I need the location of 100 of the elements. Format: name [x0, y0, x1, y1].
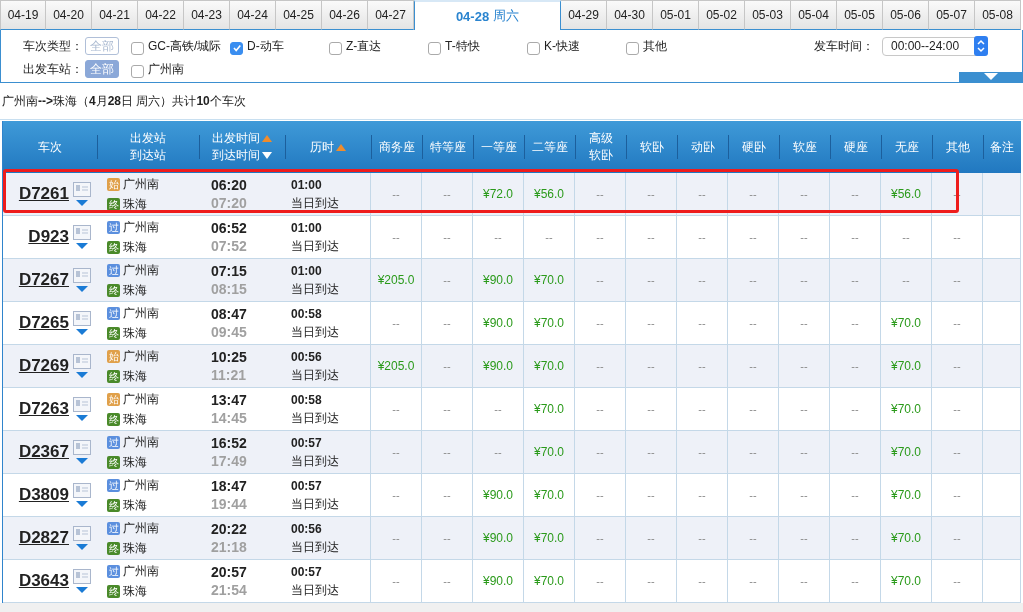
checkbox[interactable] — [131, 64, 144, 78]
sort-down-icon[interactable] — [262, 152, 272, 159]
dropdown-arrow-icon[interactable] — [76, 329, 88, 335]
dropdown-arrow-icon[interactable] — [76, 587, 88, 593]
arrival-time: 19:44 — [211, 495, 248, 513]
id-card-icon[interactable] — [73, 569, 91, 584]
train-number-link[interactable]: D7261 — [18, 184, 69, 204]
date-tab[interactable]: 05-07 — [929, 0, 975, 30]
sort-up-icon[interactable] — [336, 143, 346, 151]
station-name: 珠海 — [123, 281, 147, 299]
dropdown-arrow-icon[interactable] — [76, 372, 88, 378]
checkbox[interactable] — [428, 41, 441, 55]
dropdown-arrow-icon[interactable] — [76, 544, 88, 550]
seat-price: -- — [443, 446, 451, 458]
seat-price: ¥205.0 — [377, 359, 415, 373]
duration: 01:00 — [291, 263, 323, 280]
train-number-link[interactable]: D7269 — [18, 356, 69, 376]
departure-time: 08:47 — [211, 305, 248, 323]
arrival-day: 当日到达 — [291, 581, 370, 599]
arrival-time: 07:20 — [211, 194, 248, 212]
train-number-link[interactable]: D7267 — [18, 270, 69, 290]
date-tab[interactable]: 04-23 — [184, 0, 230, 30]
time-select[interactable]: 00:00--24:00 — [882, 36, 988, 56]
train-number-link[interactable]: D7265 — [18, 313, 69, 333]
date-tab[interactable]: 05-06 — [883, 0, 929, 30]
seat-price: -- — [596, 231, 604, 243]
duration: 01:00 — [291, 177, 323, 194]
checkbox[interactable] — [230, 41, 243, 55]
date-tab[interactable]: 05-03 — [745, 0, 791, 30]
dropdown-arrow-icon[interactable] — [76, 458, 88, 464]
train-number-link[interactable]: D2367 — [18, 442, 69, 462]
date-tab[interactable]: 04-29 — [561, 0, 607, 30]
train-number-link[interactable]: D3809 — [18, 485, 69, 505]
dropdown-arrow-icon[interactable] — [76, 200, 88, 206]
station-badge: 过 — [107, 220, 120, 234]
seat-price: -- — [596, 446, 604, 458]
id-card-icon[interactable] — [73, 182, 91, 197]
seat-price: ¥90.0 — [483, 574, 513, 588]
seat-price: -- — [851, 446, 859, 458]
id-card-icon[interactable] — [73, 483, 91, 498]
dropdown-arrow-icon[interactable] — [76, 243, 88, 249]
duration: 00:56 — [291, 521, 323, 538]
station-name: 广州南 — [123, 347, 159, 365]
date-tab[interactable]: 05-05 — [837, 0, 883, 30]
seat-price: ¥90.0 — [483, 488, 513, 502]
date-tab[interactable]: 04-26 — [322, 0, 368, 30]
date-tab[interactable]: 04-19 — [0, 0, 46, 30]
duration: 00:57 — [291, 564, 323, 581]
checkbox[interactable] — [626, 41, 639, 55]
train-number-link[interactable]: D7263 — [18, 399, 69, 419]
date-tab[interactable]: 05-04 — [791, 0, 837, 30]
dropdown-arrow-icon[interactable] — [76, 286, 88, 292]
sort-up-icon[interactable] — [262, 135, 272, 142]
checkbox[interactable] — [527, 41, 540, 55]
seat-price: -- — [851, 489, 859, 501]
date-tab[interactable]: 05-08 — [975, 0, 1021, 30]
station-badge: 终 — [107, 240, 120, 254]
seat-price: -- — [392, 403, 400, 415]
date-tab[interactable]: 04-20 — [46, 0, 92, 30]
seat-price: -- — [749, 446, 757, 458]
seat-price: -- — [647, 446, 655, 458]
date-tab[interactable]: 04-25 — [276, 0, 322, 30]
station-name: 珠海 — [123, 582, 147, 600]
dropdown-arrow-icon[interactable] — [76, 501, 88, 507]
seat-price: -- — [800, 532, 808, 544]
seat-price: -- — [494, 231, 502, 243]
id-card-icon[interactable] — [73, 397, 91, 412]
date-tab[interactable]: 04-28 周六 — [414, 0, 561, 30]
station-badge: 终 — [107, 369, 120, 383]
seat-price: ¥70.0 — [534, 402, 564, 416]
id-card-icon[interactable] — [73, 268, 91, 283]
train-number-link[interactable]: D3643 — [18, 571, 69, 591]
filter-label: 车次类型： — [23, 37, 83, 55]
id-card-icon[interactable] — [73, 225, 91, 240]
date-tab[interactable]: 05-01 — [653, 0, 699, 30]
checkbox[interactable] — [131, 41, 144, 55]
station-badge: 过 — [107, 306, 120, 320]
date-tab[interactable]: 04-30 — [607, 0, 653, 30]
arrival-time: 07:52 — [211, 237, 248, 255]
date-tab[interactable]: 05-02 — [699, 0, 745, 30]
train-number-link[interactable]: D2827 — [18, 528, 69, 548]
date-tab[interactable]: 04-24 — [230, 0, 276, 30]
checkbox[interactable] — [329, 41, 342, 55]
seat-price: -- — [698, 575, 706, 587]
id-card-icon[interactable] — [73, 354, 91, 369]
seat-price: -- — [443, 360, 451, 372]
dropdown-arrow-icon[interactable] — [76, 415, 88, 421]
id-card-icon[interactable] — [73, 311, 91, 326]
date-tab[interactable]: 04-22 — [138, 0, 184, 30]
id-card-icon[interactable] — [73, 440, 91, 455]
seat-price: ¥70.0 — [891, 574, 921, 588]
station-name: 珠海 — [123, 367, 147, 385]
date-tab[interactable]: 04-27 — [368, 0, 414, 30]
expand-toggle[interactable] — [959, 72, 1022, 82]
train-number-link[interactable]: D923 — [28, 227, 69, 247]
column-header: 软卧 — [639, 138, 664, 156]
id-card-icon[interactable] — [73, 526, 91, 541]
duration: 00:58 — [291, 392, 323, 409]
date-tab[interactable]: 04-21 — [92, 0, 138, 30]
seat-price: -- — [698, 403, 706, 415]
